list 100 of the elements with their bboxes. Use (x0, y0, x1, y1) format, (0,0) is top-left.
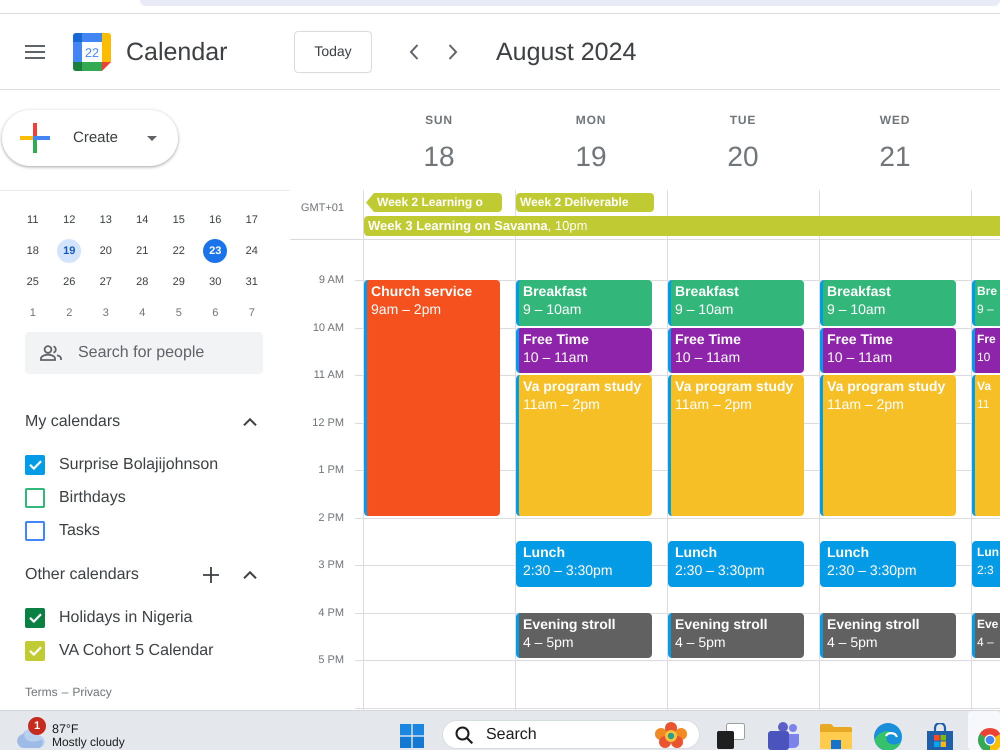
event-chip[interactable]: Breakfast 9 – 10am (820, 280, 956, 326)
weather-widget[interactable]: 1 87°F Mostly cloudy (17, 711, 125, 750)
mini-calendar-day[interactable]: 2 (57, 300, 82, 324)
mini-calendar-day[interactable]: 17 (240, 208, 264, 232)
mini-calendar-day[interactable]: 5 (166, 300, 191, 324)
chevron-up-icon[interactable] (243, 418, 257, 426)
event-chip[interactable]: Fre 10 (972, 328, 1000, 373)
section-title: Other calendars (25, 565, 139, 585)
checkmark-icon (28, 612, 42, 622)
footer-link[interactable]: Terms (25, 685, 58, 699)
mini-calendar-day[interactable]: 25 (20, 270, 45, 294)
mini-calendar-day[interactable]: 27 (94, 270, 118, 294)
day-number[interactable]: 21 (879, 139, 911, 175)
event-chip[interactable]: Free Time 10 – 11am (668, 328, 804, 373)
event-chip[interactable]: Free Time 10 – 11am (820, 328, 956, 373)
mini-calendar-day[interactable]: 30 (203, 270, 228, 294)
calendar-checkbox[interactable] (25, 608, 45, 628)
group-icon[interactable] (768, 722, 800, 750)
create-button[interactable]: Create (2, 110, 178, 166)
mini-calendar-day[interactable]: 28 (130, 270, 154, 294)
mini-calendar-day[interactable]: 6 (203, 300, 228, 324)
event-chip[interactable]: Free Time 10 – 11am (516, 328, 652, 373)
notification-badge: 1 (28, 717, 46, 735)
mini-calendar-day[interactable]: 3 (94, 300, 118, 324)
plus-icon[interactable] (203, 567, 219, 583)
section-title: My calendars (25, 412, 120, 432)
hour-label: 5 PM (318, 653, 344, 668)
hour-label: 11 AM (314, 368, 344, 383)
hour-label: 10 AM (312, 320, 344, 336)
timezone-label: GMT+01 (300, 201, 344, 215)
calendar-name: Tasks (59, 520, 100, 540)
mini-calendar-day[interactable]: 18 (20, 238, 45, 262)
mini-calendar-day[interactable]: 13 (94, 208, 118, 232)
footer-link[interactable]: Privacy (72, 685, 112, 699)
event-chip[interactable]: Breakfast 9 – 10am (516, 280, 652, 326)
swirl-icon[interactable] (872, 723, 904, 750)
mini-calendar-day[interactable]: 4 (130, 300, 154, 324)
event-chip[interactable]: Church service 9am – 2pm (364, 280, 500, 516)
day-number[interactable]: 19 (575, 139, 607, 175)
mini-calendar-day[interactable]: 14 (130, 208, 154, 232)
mini-calendar-day[interactable]: 22 (166, 238, 191, 262)
event-chip[interactable]: Bre 9 – (972, 280, 1000, 326)
event-chip[interactable]: Lunch 2:30 – 3:30pm (668, 541, 804, 587)
chevron-up-icon[interactable] (243, 571, 257, 579)
checkmark-icon (28, 646, 42, 656)
hour-label: 12 PM (312, 416, 344, 430)
flower-icon (654, 722, 688, 748)
weekday-label: SUN (425, 112, 453, 128)
mini-calendar-day[interactable]: 26 (57, 270, 82, 294)
mini-calendar-day[interactable]: 19 (57, 238, 82, 262)
event-chip[interactable]: Evening stroll 4 – 5pm (820, 612, 956, 658)
period-title: August 2024 (496, 36, 636, 66)
mini-calendar-day[interactable]: 21 (130, 238, 154, 262)
app-logo: 22 (73, 32, 111, 70)
mini-calendar-day[interactable]: 7 (240, 300, 264, 324)
hour-label: 2 PM (318, 510, 344, 526)
event-chip[interactable]: Lunch 2:30 – 3:30pm (820, 541, 956, 587)
weekday-label: TUE (730, 112, 756, 128)
taskbar-search-field[interactable]: Search (442, 720, 700, 749)
day-number[interactable]: 18 (423, 139, 455, 175)
folder-icon[interactable] (820, 723, 852, 749)
plus-icon (20, 123, 50, 153)
calendar-name: Birthdays (59, 488, 126, 508)
mini-calendar-day[interactable]: 31 (240, 270, 264, 294)
mini-calendar-day[interactable]: 20 (94, 238, 118, 262)
hour-label: 4 PM (318, 606, 344, 620)
hour-label: 3 PM (318, 558, 344, 573)
mini-calendar-day[interactable]: 12 (57, 208, 82, 232)
mini-calendar-day[interactable]: 24 (240, 238, 264, 262)
mini-calendar-day[interactable]: 1 (20, 300, 45, 324)
hour-label: 9 AM (318, 273, 344, 288)
task-view-icon[interactable] (717, 723, 745, 749)
mini-calendar-day[interactable]: 15 (166, 208, 191, 232)
event-chip[interactable]: Lunch 2:30 – 3:30pm (516, 541, 652, 587)
event-chip[interactable]: Breakfast 9 – 10am (668, 280, 804, 326)
shopping-bag-icon[interactable] (924, 723, 956, 750)
calendar-checkbox[interactable] (25, 640, 45, 660)
day-number[interactable]: 20 (727, 139, 759, 175)
calendar-checkbox[interactable] (25, 454, 45, 474)
calendar-checkbox[interactable] (25, 520, 45, 540)
mini-calendar-day[interactable]: 23 (203, 238, 228, 262)
event-chip[interactable]: Lun 2:3 (972, 541, 1000, 587)
chevron-left-icon[interactable] (409, 44, 419, 60)
checkmark-icon (28, 460, 42, 470)
mini-calendar-day[interactable]: 29 (166, 270, 191, 294)
mini-calendar-day[interactable]: 11 (20, 208, 45, 232)
event-chip[interactable]: Eve 4 – (972, 612, 1000, 658)
people-search-field[interactable]: Search for people (25, 332, 263, 374)
event-chip[interactable]: Evening stroll 4 – 5pm (516, 612, 652, 658)
calendar-name: VA Cohort 5 Calendar (59, 640, 214, 660)
mini-calendar-day[interactable]: 16 (203, 208, 228, 232)
chevron-right-icon[interactable] (448, 44, 458, 60)
windows-logo-icon[interactable] (400, 724, 424, 748)
link-separator: – (62, 685, 68, 699)
calendar-checkbox[interactable] (25, 488, 45, 508)
today-button[interactable]: Today (294, 30, 372, 72)
hour-label: 1 PM (318, 463, 344, 478)
weekday-label: WED (880, 112, 910, 128)
event-chip[interactable]: Evening stroll 4 – 5pm (668, 612, 804, 658)
menu-icon[interactable] (25, 44, 45, 58)
